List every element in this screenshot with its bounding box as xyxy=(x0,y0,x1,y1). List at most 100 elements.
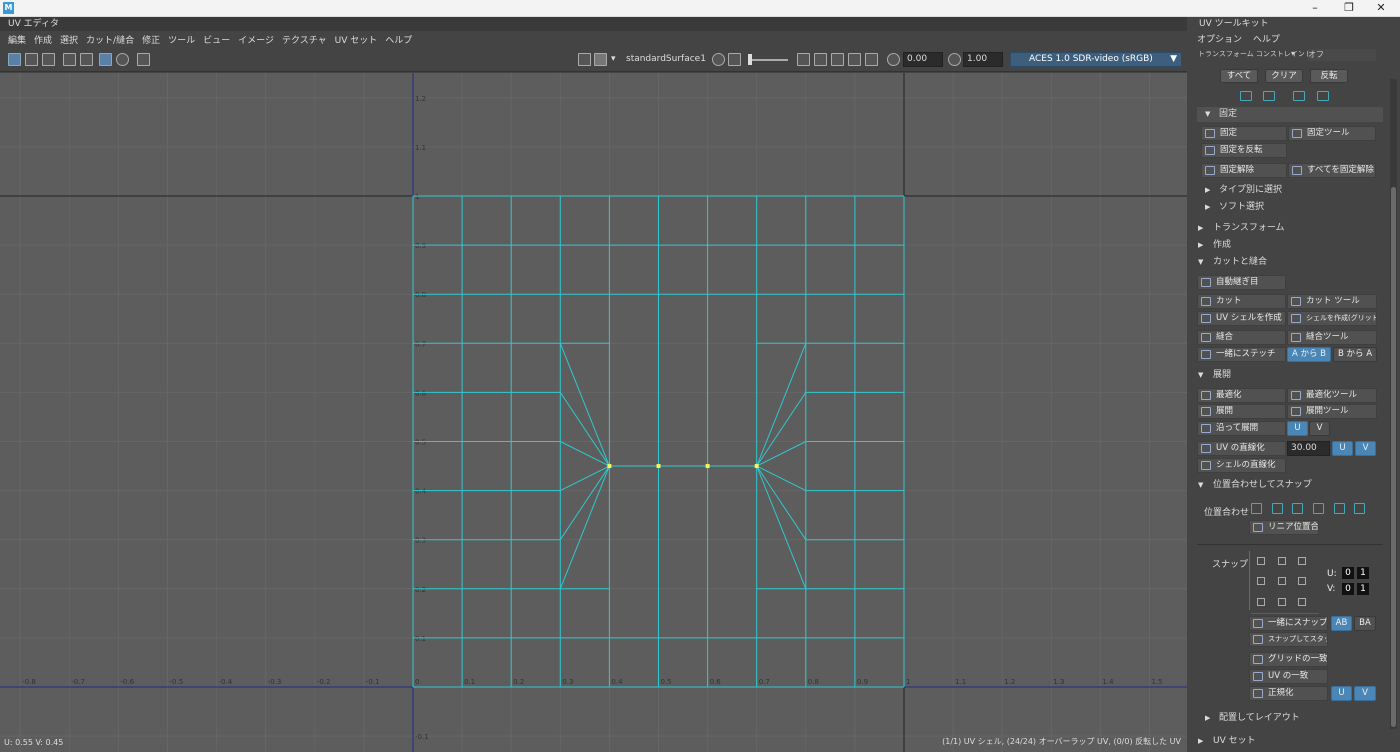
optimize-tool-button[interactable]: 最適化ツール xyxy=(1287,388,1377,403)
checker-icon[interactable] xyxy=(80,53,93,66)
section-arrange-layout[interactable]: ▶ 配置してレイアウト xyxy=(1197,711,1383,726)
image-icon[interactable] xyxy=(578,53,591,66)
sew-tool-button[interactable]: 縫合ツール xyxy=(1287,330,1377,345)
menu-select[interactable]: 選択 xyxy=(56,33,82,46)
align-bottom-icon[interactable] xyxy=(1354,503,1365,514)
straighten-uv-button[interactable]: UV の直線化 xyxy=(1197,441,1286,456)
section-unfold[interactable]: ▼ 展開 xyxy=(1193,368,1379,383)
toolkit-menu-help[interactable]: ヘルプ xyxy=(1253,35,1280,45)
uv-canvas[interactable]: -0.8 -0.7 -0.6 -0.5 -0.4 -0.3 -0.2 -0.1 0 0.1 0.2 0… xyxy=(0,73,1187,752)
menu-uv-sets[interactable]: UV セット xyxy=(331,33,382,46)
b-to-a-button[interactable]: B から A xyxy=(1333,347,1377,362)
normalize-button[interactable]: 正規化 xyxy=(1249,686,1328,701)
linear-align-button[interactable]: リニア位置合わせ xyxy=(1249,520,1319,535)
clear-button[interactable]: クリア xyxy=(1265,69,1303,83)
unfold-v-button[interactable]: V xyxy=(1309,421,1330,436)
restore-button[interactable]: ❐ xyxy=(1334,0,1364,17)
create-shell-grid-button[interactable]: シェルを作成(グリッド) xyxy=(1287,311,1377,326)
cut-button[interactable]: カット xyxy=(1197,294,1286,309)
snap-together-button[interactable]: 一緒にスナップ xyxy=(1249,616,1328,631)
close-button[interactable]: ✕ xyxy=(1366,0,1396,17)
refresh-icon[interactable] xyxy=(831,53,844,66)
unpin-button[interactable]: 固定解除 xyxy=(1201,163,1287,178)
exposure-field[interactable]: 0.00 xyxy=(903,52,943,67)
checker-pattern-icon[interactable] xyxy=(594,53,607,66)
match-uv-button[interactable]: UV の一致 xyxy=(1249,669,1328,684)
a-to-b-button[interactable]: A から B xyxy=(1287,347,1331,362)
align-left-icon[interactable] xyxy=(1251,503,1262,514)
isolate-icon[interactable] xyxy=(116,53,129,66)
cut-tool-button[interactable]: カット ツール xyxy=(1287,294,1377,309)
color-space-dropdown[interactable]: ACES 1.0 SDR-video (sRGB) ▼ xyxy=(1010,52,1182,67)
snap-v-1-button[interactable]: 1 xyxy=(1357,583,1369,595)
invert-pin-button[interactable]: 固定を反転 xyxy=(1201,143,1287,158)
snap-center-checkbox[interactable] xyxy=(1278,577,1286,585)
uv-select-mode-icon[interactable] xyxy=(8,53,21,66)
unfold-u-button[interactable]: U xyxy=(1287,421,1308,436)
gamma-field[interactable]: 1.00 xyxy=(963,52,1003,67)
select-flipped-icon[interactable] xyxy=(1317,91,1329,101)
snap-u-0-button[interactable]: 0 xyxy=(1342,567,1354,579)
auto-seams-button[interactable]: 自動継ぎ目 xyxy=(1197,275,1286,290)
select-overlap-icon[interactable] xyxy=(1293,91,1305,101)
tile-icon[interactable] xyxy=(797,53,810,66)
section-align-snap[interactable]: ▼ 位置合わせしてスナップ xyxy=(1193,478,1379,493)
menu-create[interactable]: 作成 xyxy=(30,33,56,46)
chevron-down-icon[interactable]: ▾ xyxy=(1291,49,1295,58)
select-all-button[interactable]: すべて xyxy=(1220,69,1258,83)
toolkit-scrollbar-thumb[interactable] xyxy=(1391,187,1396,727)
snap-bottom-right-checkbox[interactable] xyxy=(1298,598,1306,606)
align-center-v-icon[interactable] xyxy=(1334,503,1345,514)
snap-v-0-button[interactable]: 0 xyxy=(1342,583,1354,595)
optimize-button[interactable]: 最適化 xyxy=(1197,388,1286,403)
snap-top-center-checkbox[interactable] xyxy=(1278,557,1286,565)
constraint-dropdown[interactable]: オフ xyxy=(1308,49,1376,61)
rgb-icon[interactable] xyxy=(712,53,725,66)
snap-middle-right-checkbox[interactable] xyxy=(1298,577,1306,585)
menu-edit[interactable]: 編集 xyxy=(4,33,30,46)
straighten-shell-button[interactable]: シェルの直線化 xyxy=(1197,458,1286,473)
section-cut-sew[interactable]: ▼ カットと縫合 xyxy=(1193,255,1379,270)
straighten-angle-field[interactable]: 30.00 xyxy=(1287,441,1330,456)
menu-cut-sew[interactable]: カット/縫合 xyxy=(82,33,138,46)
snap-ab-button[interactable]: AB xyxy=(1331,616,1352,631)
align-center-u-icon[interactable] xyxy=(1272,503,1283,514)
normalize-u-button[interactable]: U xyxy=(1331,686,1352,701)
invert-button[interactable]: 反転 xyxy=(1310,69,1348,83)
select-shell-icon[interactable] xyxy=(1240,91,1252,101)
sew-button[interactable]: 縫合 xyxy=(1197,330,1286,345)
snap-grid-icon[interactable] xyxy=(99,53,112,66)
rgb-channel-icon[interactable] xyxy=(865,53,878,66)
unfold-along-button[interactable]: 沿って展開 xyxy=(1197,421,1286,436)
select-border-icon[interactable] xyxy=(1263,91,1275,101)
normalize-v-button[interactable]: V xyxy=(1354,686,1376,701)
texture-filter-icon[interactable] xyxy=(814,53,827,66)
dim-slider-handle[interactable] xyxy=(748,54,752,65)
grid-icon[interactable] xyxy=(63,53,76,66)
section-pin[interactable]: ▼ 固定 xyxy=(1197,107,1383,122)
menu-help[interactable]: ヘルプ xyxy=(381,33,416,46)
align-top-icon[interactable] xyxy=(1313,503,1324,514)
snap-top-left-checkbox[interactable] xyxy=(1257,557,1265,565)
stitch-together-button[interactable]: 一緒にステッチ xyxy=(1197,347,1286,362)
screenshot-icon[interactable] xyxy=(137,53,150,66)
unfold-tool-button[interactable]: 展開ツール xyxy=(1287,404,1377,419)
snap-top-right-checkbox[interactable] xyxy=(1298,557,1306,565)
dropdown-arrow-icon[interactable]: ▾ xyxy=(611,53,616,66)
toolkit-menu-options[interactable]: オプション xyxy=(1197,35,1242,45)
snap-bottom-left-checkbox[interactable] xyxy=(1257,598,1265,606)
uv-viewport[interactable]: -0.8 -0.7 -0.6 -0.5 -0.4 -0.3 -0.2 -0.1 0 0.1 0.2 0… xyxy=(0,73,1187,752)
snap-bottom-center-checkbox[interactable] xyxy=(1278,598,1286,606)
section-soft-select[interactable]: ▶ ソフト選択 xyxy=(1197,200,1383,215)
dim-slider[interactable] xyxy=(748,59,788,61)
menu-image[interactable]: イメージ xyxy=(234,33,278,46)
section-uv-sets[interactable]: ▶ UV セット xyxy=(1193,734,1379,749)
section-select-by-type[interactable]: ▶ タイプ別に選択 xyxy=(1197,183,1383,198)
section-create[interactable]: ▶ 作成 xyxy=(1193,238,1379,253)
match-grid-button[interactable]: グリッドの一致 xyxy=(1249,652,1328,667)
toggle-icon[interactable] xyxy=(848,53,861,66)
snap-stack-button[interactable]: スナップしてスタック xyxy=(1249,632,1328,647)
straighten-v-button[interactable]: V xyxy=(1355,441,1376,456)
straighten-u-button[interactable]: U xyxy=(1332,441,1353,456)
create-shell-button[interactable]: UV シェルを作成 xyxy=(1197,311,1286,326)
